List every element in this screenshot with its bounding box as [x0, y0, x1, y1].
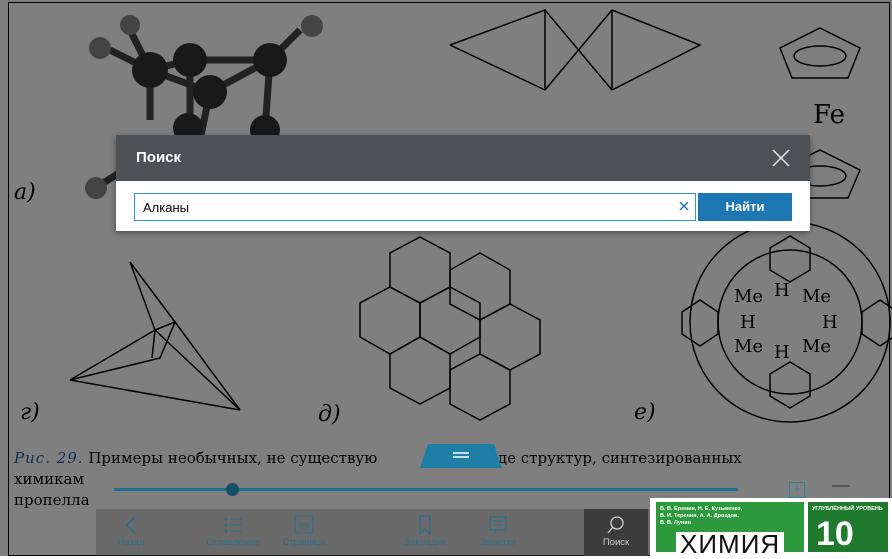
- close-icon[interactable]: [770, 147, 792, 169]
- book-cover-thumbnail[interactable]: В. В. Еремин, Н. Е. Кузьменко, В. И. Тер…: [650, 498, 892, 557]
- dialog-header: Поиск: [116, 135, 810, 181]
- contents-label: Оглавление: [206, 537, 260, 548]
- divider: [832, 485, 850, 487]
- cover-grade-panel: УГЛУБЛЁННЫЙ УРОВЕНЬ 10: [808, 502, 888, 552]
- dialog-title: Поиск: [136, 149, 182, 166]
- clear-icon[interactable]: [678, 200, 690, 212]
- modal-overlay[interactable]: [0, 0, 892, 556]
- notes-label: Заметки: [479, 537, 517, 548]
- cover-title: ХИМИЯ: [676, 531, 785, 557]
- bottom-toolbar: Назад Оглавление 89 Страница Закладки За…: [96, 509, 656, 556]
- bookmarks-button[interactable]: Закладки: [392, 509, 458, 556]
- search-row: Найти: [134, 193, 792, 221]
- bookmarks-label: Закладки: [404, 537, 446, 548]
- contents-button[interactable]: Оглавление: [196, 509, 270, 556]
- cover-grade: 10: [816, 515, 854, 553]
- page-label: Страница: [282, 537, 326, 548]
- chevron-left-icon: [125, 516, 136, 534]
- page-number: 89: [299, 521, 309, 531]
- search-tab-button[interactable]: Поиск: [584, 509, 648, 556]
- search-field: [134, 193, 696, 221]
- bookmark-icon: [419, 515, 431, 535]
- zoom-plus-button[interactable]: +: [789, 482, 805, 498]
- search-dialog: Поиск Найти: [116, 135, 810, 231]
- back-label: Назад: [117, 537, 145, 548]
- cover-green-panel: В. В. Еремин, Н. Е. Кузьменко, В. И. Тер…: [656, 502, 804, 557]
- search-input[interactable]: [143, 197, 663, 217]
- page-icon: 89: [294, 515, 314, 534]
- cover-level: УГЛУБЛЁННЫЙ УРОВЕНЬ: [812, 506, 883, 512]
- find-button[interactable]: Найти: [698, 193, 792, 221]
- notes-button[interactable]: Заметки: [468, 509, 528, 556]
- cover-authors: В. В. Еремин, Н. Е. Кузьменко, В. И. Тер…: [660, 506, 743, 526]
- list-icon: [224, 517, 242, 533]
- panel-handle[interactable]: [420, 444, 502, 468]
- notes-icon: [489, 516, 507, 535]
- page-slider-track[interactable]: [114, 488, 738, 491]
- page-button[interactable]: 89 Страница: [276, 509, 332, 556]
- search-icon: [607, 516, 624, 534]
- page-slider-knob[interactable]: [226, 483, 240, 496]
- search-tab-label: Поиск: [602, 537, 630, 548]
- back-button[interactable]: Назад: [106, 509, 156, 556]
